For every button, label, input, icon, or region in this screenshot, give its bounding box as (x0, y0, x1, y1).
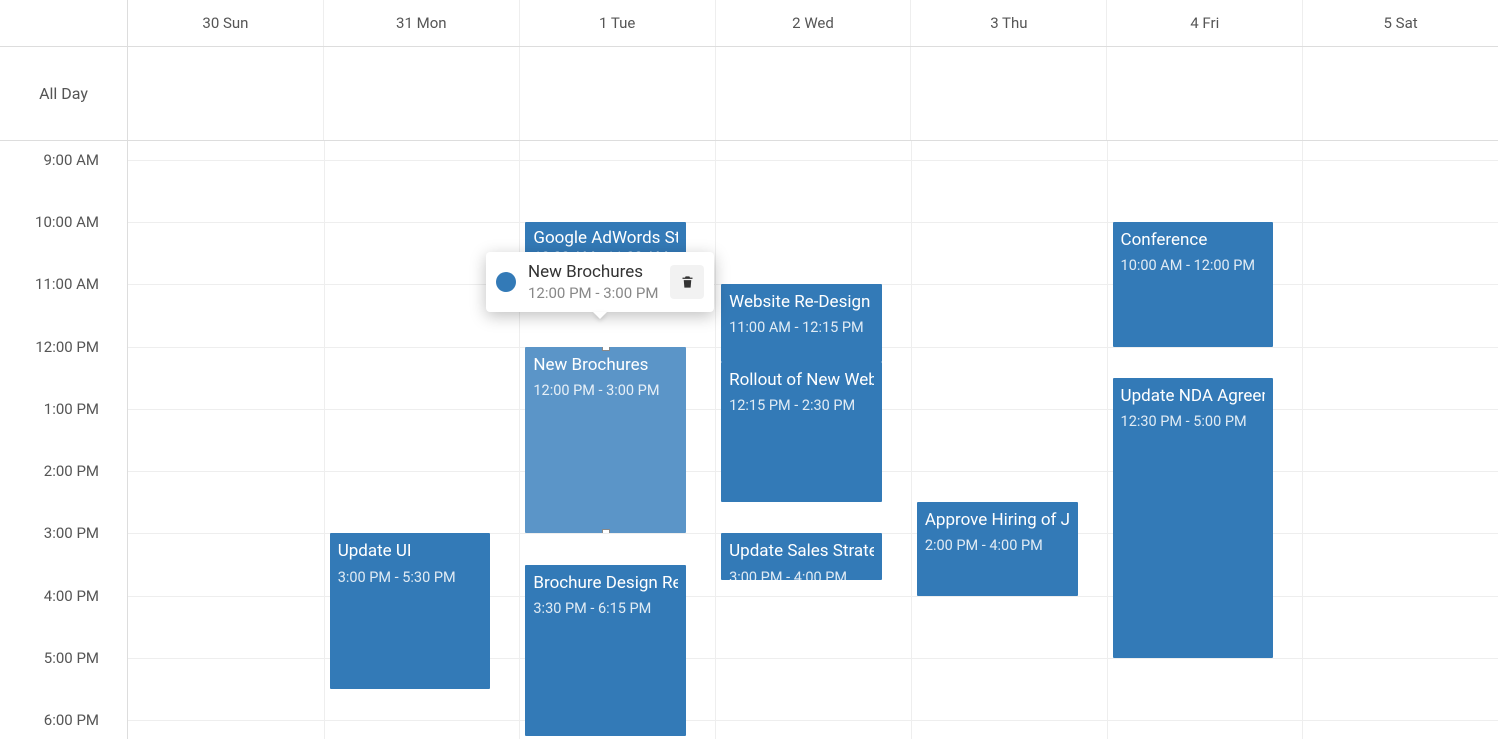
allday-cell[interactable] (128, 47, 324, 140)
time-label: 10:00 AM (35, 213, 99, 231)
day-header-wed[interactable]: 2 Wed (716, 0, 912, 46)
appointment-tooltip: New Brochures 12:00 PM - 3:00 PM (486, 252, 714, 312)
appointment-title: Approve Hiring of John (925, 509, 1070, 531)
time-label: 5:00 PM (44, 649, 99, 667)
resize-handle-bottom[interactable] (602, 529, 610, 533)
appointment[interactable]: Website Re-Design Plan 11:00 AM - 12:15 P… (721, 284, 882, 362)
appointment-time: 12:00 PM - 3:00 PM (533, 382, 678, 401)
grid-hour-line (128, 160, 1498, 161)
time-label: 3:00 PM (44, 524, 99, 542)
time-col-spacer (0, 0, 128, 46)
appointment-time: 12:30 PM - 5:00 PM (1121, 413, 1266, 432)
day-header-row: 30 Sun 31 Mon 1 Tue 2 Wed 3 Thu 4 Fri 5 … (0, 0, 1498, 47)
grid-col-line (715, 141, 716, 739)
appointment-time: 10:00 AM - 12:00 PM (1121, 257, 1266, 276)
time-label: 12:00 PM (35, 338, 99, 356)
appointment-time: 12:15 PM - 2:30 PM (729, 397, 874, 416)
appointment-title: Update NDA Agreement (1121, 385, 1266, 407)
allday-cell[interactable] (911, 47, 1107, 140)
appointment[interactable]: Conference 10:00 AM - 12:00 PM (1113, 222, 1274, 347)
appointment-time: 3:00 PM - 4:00 PM (729, 569, 874, 581)
day-header-tue[interactable]: 1 Tue (520, 0, 716, 46)
grid-col-line (1302, 141, 1303, 739)
time-axis: 9:00 AM 10:00 AM 11:00 AM 12:00 PM 1:00 PM 2:… (0, 141, 128, 739)
appointment-title: Update Sales Strategy (729, 540, 874, 562)
allday-cell[interactable] (1303, 47, 1498, 140)
appointment-title: Website Re-Design Plan (729, 291, 874, 313)
appointment-title: Rollout of New Website (729, 369, 874, 391)
day-header-mon[interactable]: 31 Mon (324, 0, 520, 46)
allday-cell[interactable] (1107, 47, 1303, 140)
allday-cell[interactable] (520, 47, 716, 140)
day-header-fri[interactable]: 4 Fri (1107, 0, 1303, 46)
tooltip-text: New Brochures 12:00 PM - 3:00 PM (528, 262, 658, 302)
time-label: 2:00 PM (44, 462, 99, 480)
appointment[interactable]: Update NDA Agreement 12:30 PM - 5:00 PM (1113, 378, 1274, 658)
time-label: 6:00 PM (44, 711, 99, 729)
resize-handle-top[interactable] (602, 347, 610, 351)
grid-hour-line (128, 720, 1498, 721)
appointment-time: 2:00 PM - 4:00 PM (925, 537, 1070, 556)
allday-cell[interactable] (324, 47, 520, 140)
appointment-title: Google AdWords Strategy (533, 227, 678, 249)
appointment-time: 11:00 AM - 12:15 PM (729, 319, 874, 338)
day-header-sun[interactable]: 30 Sun (128, 0, 324, 46)
appointment[interactable]: Rollout of New Website 12:15 PM - 2:30 PM (721, 362, 882, 502)
tooltip-title: New Brochures (528, 262, 658, 282)
allday-label: All Day (0, 47, 128, 140)
time-label: 1:00 PM (44, 400, 99, 418)
allday-cell[interactable] (716, 47, 912, 140)
appointment[interactable]: Update Sales Strategy 3:00 PM - 4:00 PM (721, 533, 882, 580)
appointment-title: Update UI (338, 540, 483, 562)
time-label: 4:00 PM (44, 587, 99, 605)
appointment-color-dot-icon (496, 272, 516, 292)
time-label: 11:00 AM (35, 275, 99, 293)
trash-icon (680, 274, 695, 290)
allday-row: All Day (0, 47, 1498, 141)
grid-col-line (911, 141, 912, 739)
grid-hour-line (128, 222, 1498, 223)
day-header-sat[interactable]: 5 Sat (1303, 0, 1498, 46)
appointment-title: Brochure Design Review (533, 572, 678, 594)
appointment[interactable]: New Brochures 12:00 PM - 3:00 PM (525, 347, 686, 534)
time-grid[interactable]: 9:00 AM 10:00 AM 11:00 AM 12:00 PM 1:00 PM 2:… (0, 141, 1498, 739)
appointment[interactable]: Approve Hiring of John 2:00 PM - 4:00 PM (917, 502, 1078, 595)
appointment-time: 3:30 PM - 6:15 PM (533, 600, 678, 619)
grid-col-line (324, 141, 325, 739)
appointment[interactable]: Update UI 3:00 PM - 5:30 PM (330, 533, 491, 689)
appointment[interactable]: Brochure Design Review 3:30 PM - 6:15 PM (525, 565, 686, 736)
day-header-thu[interactable]: 3 Thu (911, 0, 1107, 46)
calendar-week-view: 30 Sun 31 Mon 1 Tue 2 Wed 3 Thu 4 Fri 5 … (0, 0, 1498, 739)
appointment-title: New Brochures (533, 354, 678, 376)
grid-cells[interactable]: Update UI 3:00 PM - 5:30 PM Google AdWords… (128, 141, 1498, 739)
appointment-title: Conference (1121, 229, 1266, 251)
grid-col-line (1107, 141, 1108, 739)
time-label: 9:00 AM (43, 151, 99, 169)
delete-appointment-button[interactable] (670, 265, 704, 299)
grid-col-line (519, 141, 520, 739)
tooltip-time: 12:00 PM - 3:00 PM (528, 284, 658, 302)
appointment-time: 3:00 PM - 5:30 PM (338, 569, 483, 588)
